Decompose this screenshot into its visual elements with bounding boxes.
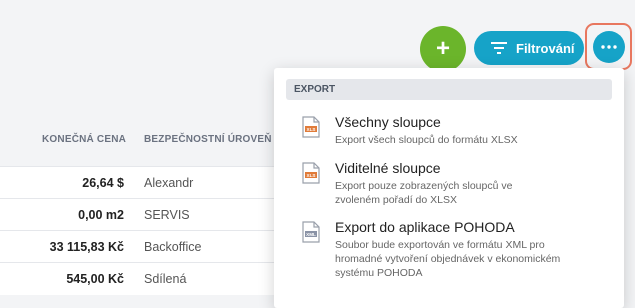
menu-item-export-pohoda[interactable]: XML Export do aplikace POHODA Soubor bud… (274, 219, 624, 299)
menu-item-title: Export do aplikace POHODA (335, 219, 515, 235)
security-level-cell: Alexandr (144, 176, 194, 190)
menu-item-export-visible-columns[interactable]: XLS Viditelné sloupce Export pouze zobra… (274, 160, 624, 212)
table-row[interactable]: 0,00 m2 SERVIS (0, 198, 280, 231)
price-cell: 33 115,83 Kč (49, 240, 124, 254)
xlsx-file-icon: XLS (302, 162, 320, 184)
xlsx-file-icon: XLS (302, 116, 320, 138)
filter-button-label: Filtrování (516, 40, 575, 56)
xml-badge: XML (306, 232, 316, 237)
table-row[interactable]: 33 115,83 Kč Backoffice (0, 230, 280, 263)
filter-icon (491, 42, 507, 54)
add-button-label: + (435, 35, 450, 62)
filter-button[interactable]: Filtrování (474, 31, 584, 65)
menu-item-description: Export všech sloupců do formátu XLSX (335, 134, 518, 146)
table-row[interactable]: 545,00 Kč Sdílená (0, 262, 280, 295)
price-cell: 26,64 $ (82, 176, 124, 190)
security-level-cell: Backoffice (144, 240, 202, 254)
menu-item-title: Viditelné sloupce (335, 160, 441, 176)
menu-item-export-all-columns[interactable]: XLS Všechny sloupce Export všech sloupců… (274, 114, 624, 154)
add-button[interactable]: + (420, 26, 466, 72)
xml-file-icon: XML (302, 221, 320, 243)
column-header-security-level[interactable]: BEZPEČNOSTNÍ ÚROVEŇ (144, 134, 272, 145)
security-level-cell: SERVIS (144, 208, 190, 222)
menu-item-title: Všechny sloupce (335, 114, 441, 130)
price-cell: 545,00 Kč (66, 272, 124, 286)
menu-item-description: Export pouze zobrazených sloupců ve zvol… (335, 180, 513, 206)
column-header-price[interactable]: KONEČNÁ CENA (42, 134, 126, 145)
more-actions-highlight (585, 23, 632, 70)
menu-item-description: Soubor bude exportován ve formátu XML pr… (335, 239, 561, 279)
more-actions-button[interactable] (592, 30, 625, 63)
security-level-cell: Sdílená (144, 272, 187, 286)
price-cell: 0,00 m2 (78, 208, 124, 222)
export-dropdown-menu: EXPORT XLS Všechny sloupce Export všech … (274, 68, 624, 308)
xls-badge: XLS (307, 173, 316, 178)
table-row[interactable]: 26,64 $ Alexandr (0, 166, 280, 199)
xls-badge: XLS (307, 127, 316, 132)
more-horizontal-icon (600, 44, 617, 49)
menu-section-header: EXPORT (286, 79, 612, 100)
